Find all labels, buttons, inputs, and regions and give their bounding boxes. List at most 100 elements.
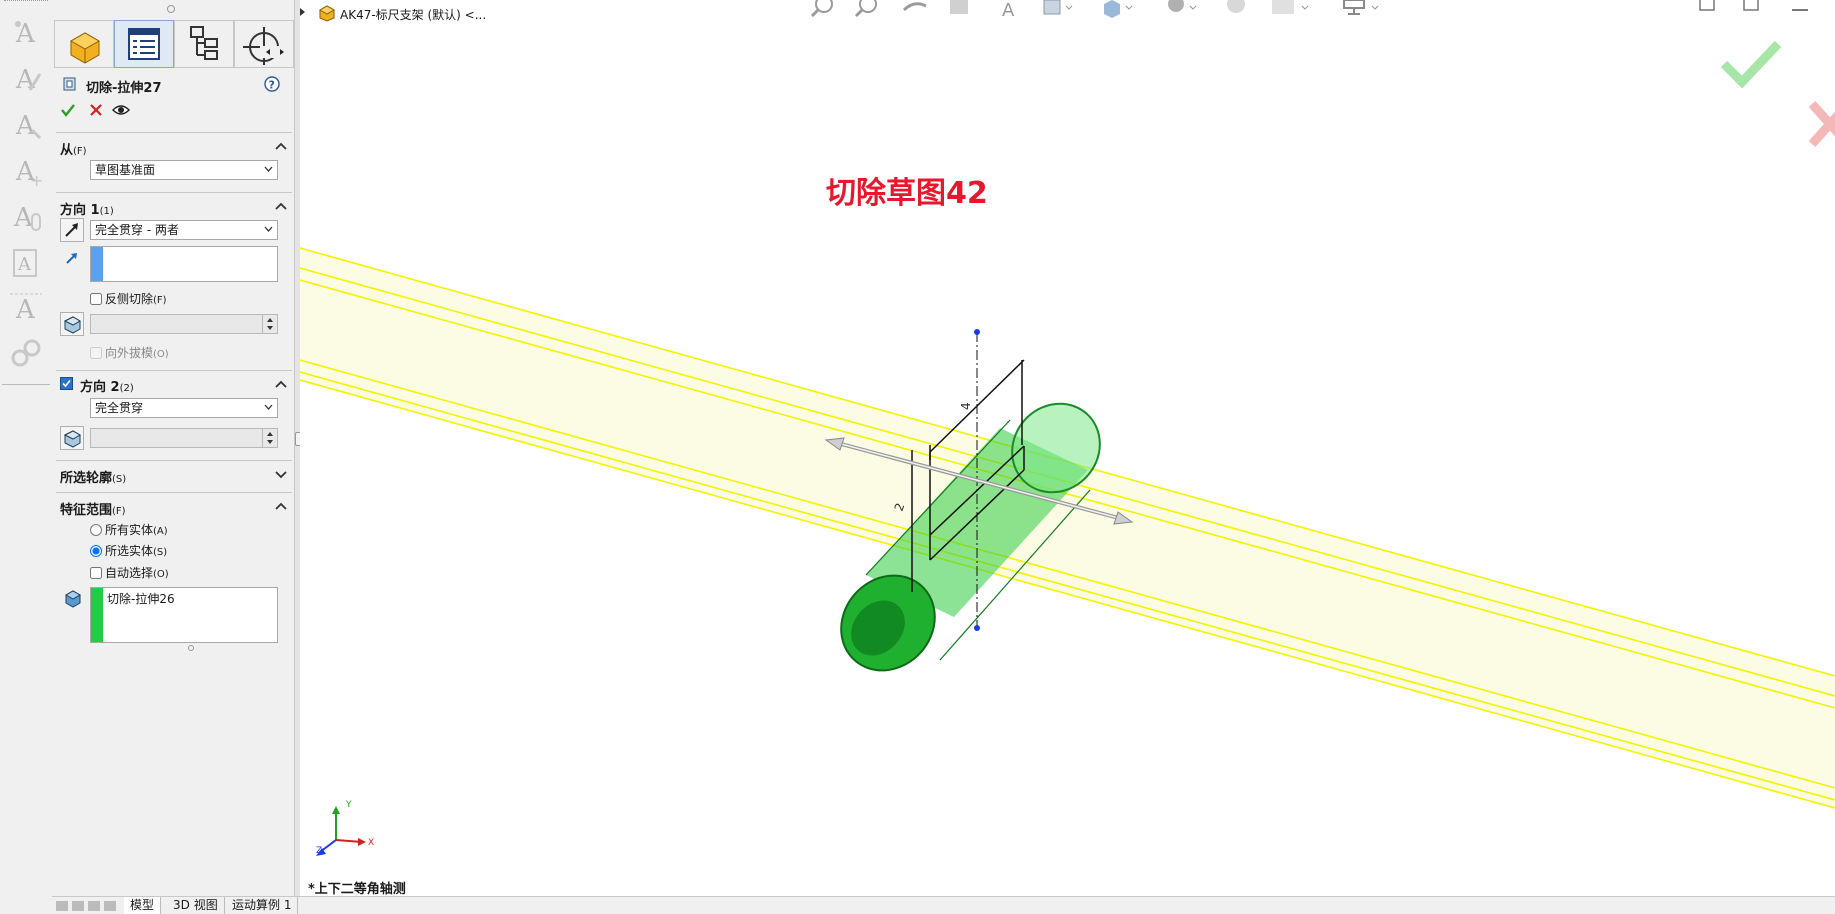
selected-contours-section-title[interactable]: 所选轮廓(S) bbox=[60, 467, 126, 486]
direction2-section-title[interactable]: 方向 2(2) bbox=[80, 376, 134, 395]
part-name[interactable]: AK47-标尺支架 (默认) <... bbox=[340, 6, 486, 23]
panel-grip-icon[interactable] bbox=[167, 5, 175, 13]
tab-scroll bbox=[260, 46, 290, 58]
from-dropdown[interactable]: 草图基准面 bbox=[90, 160, 278, 180]
note-link-icon[interactable]: A bbox=[8, 198, 44, 234]
close-icon[interactable] bbox=[88, 102, 104, 118]
view-orientation-label: *上下二等角轴测 bbox=[308, 882, 406, 897]
direction1-vector-listbox[interactable] bbox=[90, 246, 278, 282]
separator bbox=[56, 492, 292, 493]
body-list-item[interactable]: 切除-拉伸26 bbox=[107, 590, 175, 607]
hide-show-items-icon[interactable] bbox=[1162, 0, 1198, 18]
note-arrow-icon[interactable]: A bbox=[8, 106, 44, 142]
draft-angle-spinner[interactable] bbox=[90, 314, 278, 334]
edit-appearance-icon[interactable] bbox=[1222, 0, 1252, 18]
direction2-end-condition-dropdown[interactable]: 完全贯穿 bbox=[90, 398, 278, 418]
note-icon[interactable]: A bbox=[8, 14, 44, 50]
auto-select-checkbox[interactable]: 自动选择(O) bbox=[90, 564, 169, 581]
tab-configuration-manager[interactable] bbox=[174, 20, 234, 68]
zoom-area-icon[interactable] bbox=[852, 0, 882, 18]
minimize-window-icon[interactable] bbox=[1788, 0, 1812, 14]
eye-icon[interactable] bbox=[112, 102, 130, 118]
chevron-down-icon bbox=[264, 166, 273, 172]
confirm-ok-icon[interactable] bbox=[1718, 38, 1784, 90]
feature-manager-icon bbox=[69, 32, 101, 64]
tab-model[interactable]: 模型 bbox=[124, 897, 162, 914]
manager-tabs bbox=[54, 20, 294, 68]
note-add-icon[interactable]: A+ bbox=[8, 152, 44, 188]
selected-bodies-radio[interactable]: 所选实体(S) bbox=[90, 542, 167, 559]
all-bodies-radio[interactable]: 所有实体(A) bbox=[90, 521, 168, 538]
zoom-to-fit-icon[interactable] bbox=[808, 0, 838, 18]
note-burst-icon[interactable]: A bbox=[8, 290, 44, 326]
model-scene: 2 4 bbox=[300, 247, 1835, 856]
chevron-up-icon[interactable] bbox=[274, 139, 288, 153]
tab-dimxpert[interactable] bbox=[234, 20, 294, 68]
expand-arrow-icon[interactable] bbox=[298, 8, 306, 16]
property-manager-icon bbox=[128, 28, 160, 60]
draft-toggle-button[interactable] bbox=[60, 312, 84, 336]
dynamic-annotation-icon[interactable]: A bbox=[992, 0, 1022, 18]
help-icon[interactable]: ? bbox=[264, 76, 280, 92]
graphics-area[interactable]: 2 4 A bbox=[300, 0, 1835, 896]
spinner-buttons[interactable] bbox=[262, 429, 277, 447]
toolbar-divider bbox=[2, 384, 50, 385]
selected-contours-hotkey: (S) bbox=[112, 474, 127, 485]
sketch-banner-title: 切除草图42 bbox=[826, 176, 988, 211]
tab-property-manager[interactable] bbox=[114, 20, 174, 68]
confirm-cancel-icon[interactable] bbox=[1808, 98, 1835, 150]
tab-feature-manager[interactable] bbox=[54, 20, 114, 68]
draft2-angle-spinner[interactable] bbox=[90, 428, 278, 448]
tab-3d-views[interactable]: 3D 视图 bbox=[167, 897, 225, 914]
previous-view-icon[interactable] bbox=[900, 0, 930, 18]
view-settings-icon[interactable] bbox=[1338, 0, 1382, 18]
direction-arrow-icon bbox=[66, 253, 77, 264]
separator bbox=[56, 370, 292, 371]
direction1-end-condition-value: 完全贯穿 - 两者 bbox=[95, 223, 179, 237]
chevron-up-icon[interactable] bbox=[274, 377, 288, 391]
spinner-buttons[interactable] bbox=[262, 315, 277, 333]
note-pencil-icon[interactable]: A bbox=[8, 60, 44, 96]
listbox-color-strip bbox=[91, 247, 103, 281]
direction1-section-title[interactable]: 方向 1(1) bbox=[60, 199, 114, 218]
chevron-up-icon[interactable] bbox=[274, 499, 288, 513]
reverse-direction-button[interactable] bbox=[60, 218, 84, 242]
dimxpert-icon bbox=[243, 27, 285, 65]
bodies-listbox[interactable]: 切除-拉伸26 bbox=[90, 587, 278, 643]
from-hotkey: (F) bbox=[73, 146, 87, 157]
direction2-checkbox[interactable] bbox=[60, 377, 73, 390]
resize-grip-icon[interactable] bbox=[188, 645, 194, 651]
tab-motion-study[interactable]: 运动算例 1 bbox=[226, 897, 299, 914]
draft-outward-checkbox[interactable]: 向外拔模(O) bbox=[90, 344, 169, 361]
apply-scene-icon[interactable] bbox=[1268, 0, 1312, 18]
direction2-end-condition-value: 完全贯穿 bbox=[95, 401, 144, 415]
section-view-icon[interactable] bbox=[944, 0, 974, 18]
view-orientation-icon[interactable] bbox=[1038, 0, 1074, 18]
toolbar-grip[interactable] bbox=[4, 0, 48, 4]
check-icon[interactable] bbox=[60, 102, 76, 118]
draft-outward-check[interactable] bbox=[90, 347, 102, 359]
axis-label-y: Y bbox=[346, 800, 352, 810]
restore-window-icon[interactable] bbox=[1696, 0, 1720, 12]
display-style-icon[interactable] bbox=[1098, 0, 1134, 18]
reverse-cut-checkbox[interactable]: 反侧切除(F) bbox=[90, 290, 167, 307]
from-section-title[interactable]: 从(F) bbox=[60, 139, 87, 158]
reverse-cut-check[interactable] bbox=[90, 293, 102, 305]
draft2-toggle-button[interactable] bbox=[60, 426, 84, 450]
tab-scroll-arrows-icon[interactable] bbox=[260, 46, 290, 58]
chevron-down-icon[interactable] bbox=[274, 467, 288, 481]
feature-scope-section-title[interactable]: 特征范围(F) bbox=[60, 499, 126, 518]
chain-link-icon[interactable] bbox=[8, 336, 44, 372]
all-bodies-radio-input[interactable] bbox=[90, 524, 102, 536]
reverse-cut-label: 反侧切除 bbox=[105, 292, 154, 306]
chevron-up-icon[interactable] bbox=[274, 199, 288, 213]
tab-scroll-buttons[interactable] bbox=[54, 899, 120, 913]
feature-scope-label: 特征范围 bbox=[60, 503, 113, 518]
auto-select-check[interactable] bbox=[90, 567, 102, 579]
svg-text:A: A bbox=[1002, 0, 1015, 18]
note-document-icon[interactable]: A bbox=[8, 244, 44, 280]
maximize-window-icon[interactable] bbox=[1740, 0, 1764, 12]
direction1-end-condition-dropdown[interactable]: 完全贯穿 - 两者 bbox=[90, 220, 278, 240]
selected-bodies-label: 所选实体 bbox=[105, 544, 154, 558]
selected-bodies-radio-input[interactable] bbox=[90, 545, 102, 557]
